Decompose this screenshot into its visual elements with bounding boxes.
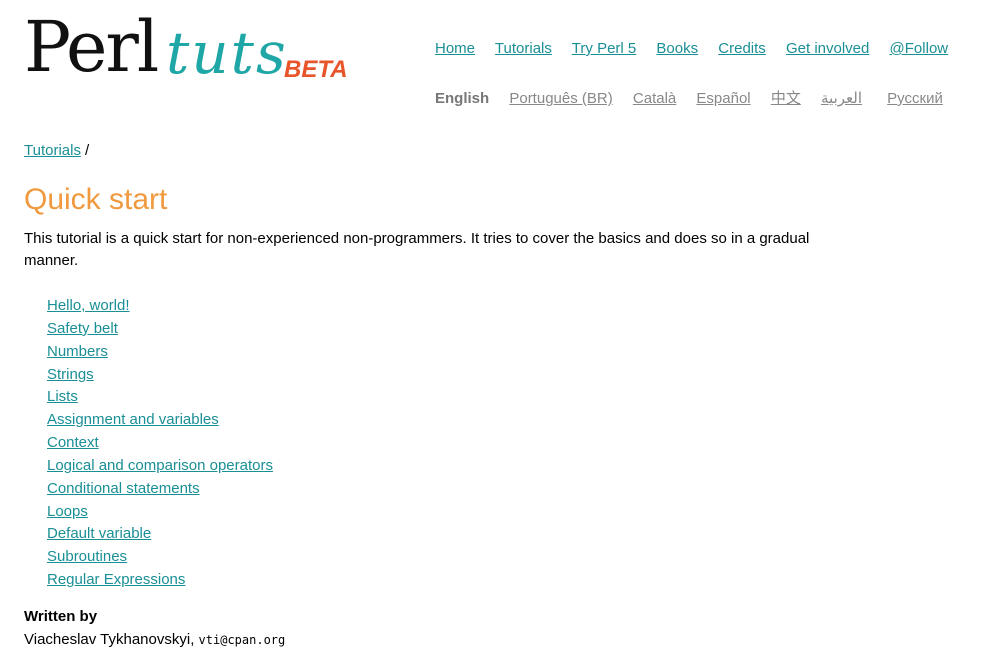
toc-link-regular-expressions[interactable]: Regular Expressions [47,571,185,588]
list-item: Default variable [47,524,273,547]
site-logo[interactable]: Perl tuts BETA [24,6,348,88]
list-item: Context [47,433,273,456]
toc-link-subroutines[interactable]: Subroutines [47,548,127,565]
language-current: English [435,90,490,107]
toc-link-lists[interactable]: Lists [47,388,78,405]
page-title: Quick start [24,183,168,216]
toc-link-assignment[interactable]: Assignment and variables [47,411,219,428]
toc-link-loops[interactable]: Loops [47,503,88,520]
toc-link-hello-world[interactable]: Hello, world! [47,297,130,314]
list-item: Lists [47,387,273,410]
toc-link-safety-belt[interactable]: Safety belt [47,320,118,337]
breadcrumb-separator: / [84,142,90,159]
list-item: Logical and comparison operators [47,456,273,479]
list-item: Assignment and variables [47,410,273,433]
list-item: Loops [47,502,273,525]
list-item: Regular Expressions [47,570,273,593]
language-link-es[interactable]: Español [696,90,750,107]
logo-perl-text: Perl [24,6,159,88]
top-nav: Home Tutorials Try Perl 5 Books Credits … [435,40,948,57]
written-by-heading: Written by [24,608,98,625]
language-switcher: English Português (BR) Català Español 中文… [435,87,959,108]
tutorial-list: Hello, world! Safety belt Numbers String… [47,296,273,593]
language-link-ar[interactable]: العربية [821,90,862,107]
list-item: Conditional statements [47,479,273,502]
nav-follow-link[interactable]: @Follow [890,40,949,57]
nav-try-perl-link[interactable]: Try Perl 5 [572,40,636,57]
author-email: vti@cpan.org [198,633,286,647]
nav-tutorials-link[interactable]: Tutorials [495,40,552,57]
toc-link-conditionals[interactable]: Conditional statements [47,480,200,497]
toc-link-default-variable[interactable]: Default variable [47,525,151,542]
nav-credits-link[interactable]: Credits [718,40,766,57]
toc-link-operators[interactable]: Logical and comparison operators [47,457,273,474]
nav-get-involved-link[interactable]: Get involved [786,40,869,57]
breadcrumb-tutorials-link[interactable]: Tutorials [24,142,81,159]
nav-home-link[interactable]: Home [435,40,475,57]
author-line: Viacheslav Tykhanovskyi, vti@cpan.org [24,631,285,648]
toc-link-numbers[interactable]: Numbers [47,343,108,360]
language-link-ca[interactable]: Català [633,90,676,107]
author-name: Viacheslav Tykhanovskyi, [24,631,195,648]
list-item: Numbers [47,342,273,365]
language-link-ru[interactable]: Русский [887,90,943,107]
list-item: Safety belt [47,319,273,342]
language-link-zh[interactable]: 中文 [771,90,801,107]
nav-books-link[interactable]: Books [656,40,698,57]
toc-link-strings[interactable]: Strings [47,366,94,383]
list-item: Subroutines [47,547,273,570]
breadcrumb: Tutorials / [24,142,89,159]
list-item: Strings [47,365,273,388]
language-link-pt-br[interactable]: Português (BR) [509,90,612,107]
logo-beta-badge: BETA [284,56,348,83]
logo-tuts-text: tuts [166,19,288,87]
list-item: Hello, world! [47,296,273,319]
toc-link-context[interactable]: Context [47,434,99,451]
page-intro: This tutorial is a quick start for non-e… [24,230,810,269]
